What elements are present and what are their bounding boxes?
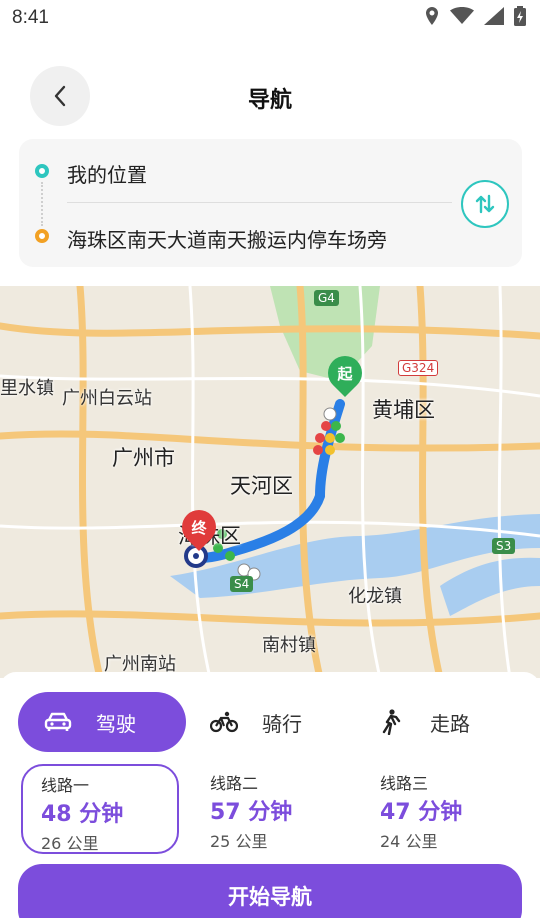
location-icon: [426, 7, 438, 25]
route-option-2[interactable]: 线路二 57 分钟 25 公里: [192, 764, 350, 854]
start-marker-label: 起: [337, 364, 353, 383]
route-duration: 47 分钟: [380, 800, 463, 825]
swap-icon: [475, 194, 495, 214]
bottom-panel: 驾驶 骑行 走路 线路一 48 分钟 26 公里 线路二 57 分钟 25 公里…: [0, 672, 540, 918]
route-duration: 48 分钟: [41, 802, 124, 827]
start-point-icon: [35, 164, 49, 178]
route-name: 线路一: [41, 776, 90, 795]
map-label-guangzhou: 广州市: [112, 446, 175, 470]
route-option-3[interactable]: 线路三 47 分钟 24 公里: [362, 764, 520, 854]
map-label-lishui: 里水镇: [0, 378, 54, 399]
tab-drive[interactable]: 驾驶: [18, 692, 186, 752]
battery-icon: [514, 6, 526, 26]
route-distance: 25 公里: [210, 832, 268, 851]
signal-icon: [484, 7, 504, 25]
map-label-tianhe: 天河区: [230, 474, 293, 498]
map-label-baiyun-station: 广州白云站: [62, 388, 152, 409]
route-distance: 24 公里: [380, 832, 438, 851]
road-badge-g4: G4: [314, 290, 339, 306]
start-location-field[interactable]: 我的位置: [67, 159, 147, 188]
map-label-huangpu: 黄埔区: [372, 398, 435, 422]
walking-icon: [380, 709, 402, 735]
wifi-icon: [450, 7, 474, 24]
route-card: 我的位置 海珠区南天大道南天搬运内停车场旁: [19, 139, 522, 267]
road-badge-g324: G324: [398, 360, 439, 376]
tab-walk[interactable]: 走路: [380, 692, 510, 752]
road-badge-s3: S3: [492, 538, 516, 554]
swap-route-button[interactable]: [461, 180, 509, 228]
route-connector: [41, 182, 43, 226]
status-time: 8:41: [12, 7, 49, 28]
bicycle-icon: [210, 711, 238, 733]
tab-ride-label: 骑行: [262, 711, 302, 736]
status-bar: 8:41: [0, 0, 540, 36]
start-navigation-button[interactable]: 开始导航: [18, 864, 522, 918]
status-icons: [424, 6, 526, 26]
map-label-hualong: 化龙镇: [348, 586, 402, 607]
route-name: 线路二: [210, 774, 259, 793]
map-view[interactable]: 黄埔区 广州市 天河区 化龙镇 南村镇 广州南站 广州白云站 里水镇 海珠区 G…: [0, 286, 540, 678]
route-option-1[interactable]: 线路一 48 分钟 26 公里: [21, 764, 179, 854]
route-distance: 26 公里: [41, 834, 99, 853]
divider: [67, 202, 452, 203]
tab-ride[interactable]: 骑行: [210, 692, 330, 752]
end-point-icon: [35, 229, 49, 243]
end-marker-label: 终: [191, 518, 207, 537]
destination-field[interactable]: 海珠区南天大道南天搬运内停车场旁: [67, 224, 387, 253]
road-badge-s4: S4: [230, 576, 254, 592]
route-name: 线路三: [380, 774, 429, 793]
route-duration: 57 分钟: [210, 800, 293, 825]
tab-drive-label: 驾驶: [96, 711, 136, 736]
tab-walk-label: 走路: [430, 711, 470, 736]
car-icon: [44, 711, 72, 733]
map-label-nancun: 南村镇: [262, 635, 316, 656]
page-title: 导航: [247, 88, 292, 113]
